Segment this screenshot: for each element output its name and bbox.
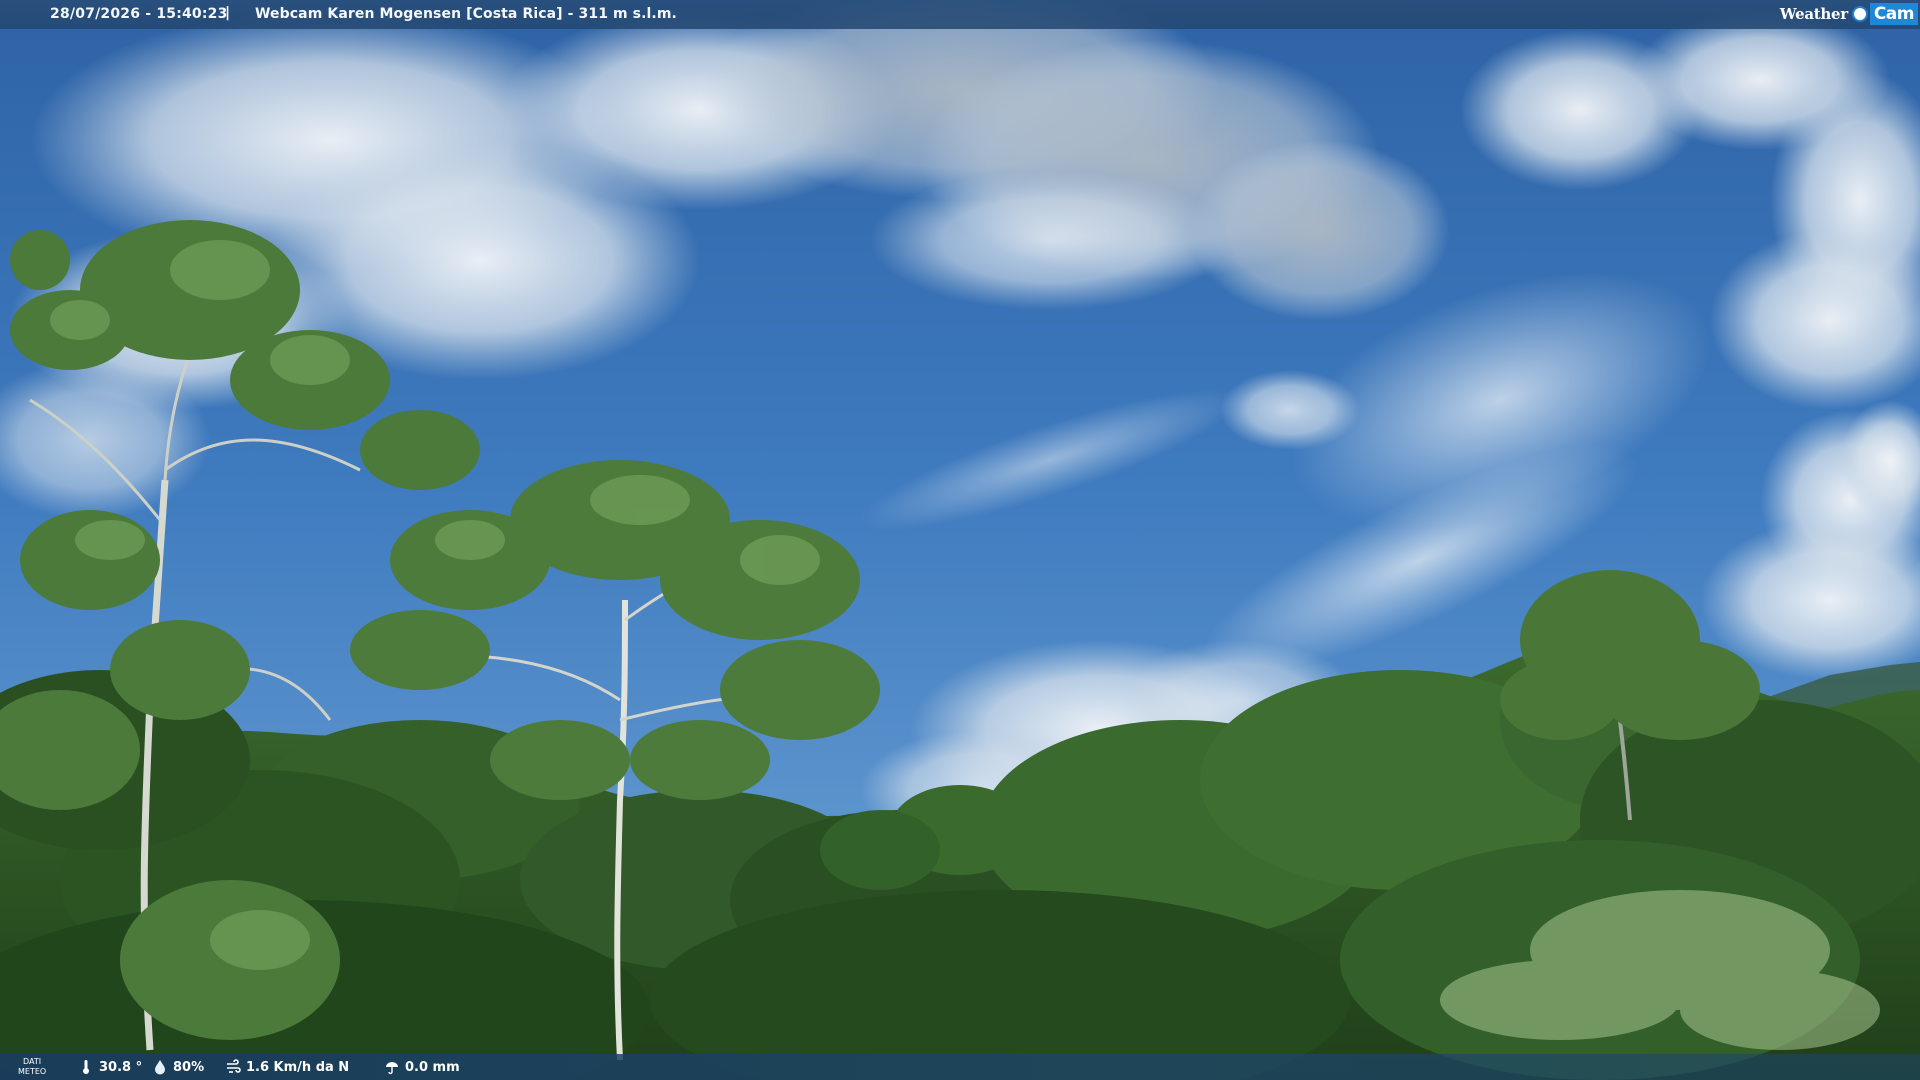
wind-reading: 1.6 Km/h da N [225,1059,349,1075]
meteo-label-line1: DATI [23,1057,42,1066]
logo-dot-icon [1851,6,1868,22]
meteo-bar: DATI METEO 30.8 ° 80% 1.6 Km/h da N 0.0 … [0,1054,1920,1080]
meteo-label-line2: METEO [18,1067,47,1076]
wind-value: 1.6 Km/h da N [246,1059,350,1075]
logo-cam-text: Cam [1869,3,1918,25]
wind-icon [225,1059,241,1075]
meteo-label: DATI METEO [18,1057,46,1077]
weathercam-logo: Weather Cam [1780,1,1918,27]
thermometer-icon [78,1059,94,1075]
title-separator: | [225,5,231,21]
camera-title: Webcam Karen Mogensen [Costa Rica] - 311… [255,6,677,22]
rain-icon [384,1059,400,1075]
humidity-value: 80% [173,1059,205,1075]
logo-weather-text: Weather [1779,5,1848,23]
timestamp: 28/07/2026 - 15:40:23 [50,6,228,22]
webcam-top-bar: 28/07/2026 - 15:40:23 | Webcam Karen Mog… [0,0,1920,29]
temperature-reading: 30.8 ° [78,1059,142,1075]
webcam-image [0,0,1920,1080]
humidity-reading: 80% [152,1059,204,1075]
droplet-icon [152,1059,168,1075]
temperature-value: 30.8 ° [99,1059,143,1075]
rain-value: 0.0 mm [405,1059,460,1075]
rain-reading: 0.0 mm [384,1059,460,1075]
